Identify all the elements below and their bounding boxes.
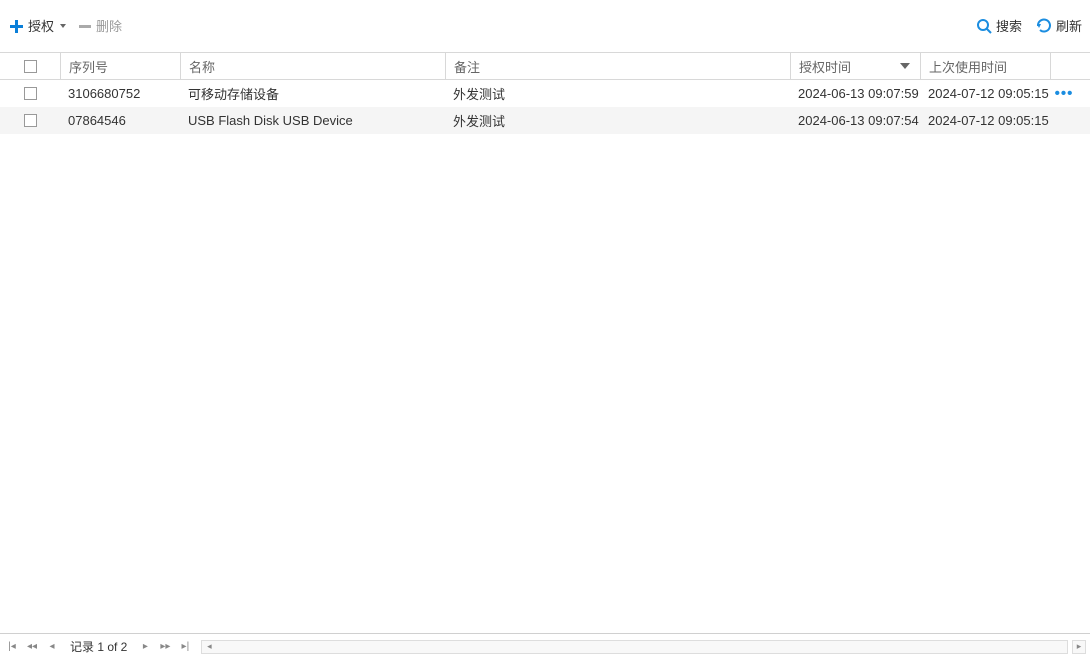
cell-last-time: 2024-07-12 09:05:15 (920, 113, 1050, 128)
row-checkbox[interactable] (24, 114, 37, 127)
horizontal-scrollbar[interactable]: ◂ (201, 640, 1068, 654)
search-icon (976, 18, 992, 34)
authorize-button[interactable]: 授权 (8, 16, 66, 35)
pager-first-button[interactable]: |◂ (4, 639, 20, 655)
cell-remark: 外发测试 (445, 84, 790, 103)
search-label: 搜索 (996, 16, 1022, 35)
sort-desc-icon (900, 63, 910, 69)
cell-auth-time: 2024-06-13 09:07:59 (790, 86, 920, 101)
toolbar-right: 搜索 刷新 (976, 16, 1082, 35)
pager-prev-page-button[interactable]: ◂◂ (24, 639, 40, 655)
header-auth-time[interactable]: 授权时间 (790, 53, 920, 79)
cell-serial: 3106680752 (60, 86, 180, 101)
header-checkbox-cell[interactable] (0, 53, 60, 79)
select-all-checkbox[interactable] (24, 60, 37, 73)
row-actions[interactable]: ••• (1050, 89, 1078, 99)
search-button[interactable]: 搜索 (976, 16, 1022, 35)
scroll-right-button[interactable]: ▸ (1072, 640, 1086, 654)
row-checkbox[interactable] (24, 87, 37, 100)
refresh-icon (1036, 18, 1052, 34)
header-last-time[interactable]: 上次使用时间 (920, 53, 1050, 79)
minus-icon (78, 19, 92, 33)
header-remark-label: 备注 (454, 57, 480, 76)
table-header: 序列号 名称 备注 授权时间 上次使用时间 (0, 52, 1090, 80)
row-checkbox-cell[interactable] (0, 87, 60, 100)
header-serial-label: 序列号 (69, 57, 108, 76)
cell-name: 可移动存储设备 (180, 84, 445, 103)
header-actions (1050, 53, 1078, 79)
row-checkbox-cell[interactable] (0, 114, 60, 127)
more-icon: ••• (1055, 89, 1074, 99)
pager-bar: |◂ ◂◂ ◂ 记录 1 of 2 ▸ ▸▸ ▸| ◂ ▸ (0, 633, 1090, 659)
refresh-button[interactable]: 刷新 (1036, 16, 1082, 35)
pager-next-button[interactable]: ▸ (137, 639, 153, 655)
header-name-label: 名称 (189, 57, 215, 76)
chevron-down-icon (60, 24, 66, 28)
authorize-label: 授权 (28, 16, 54, 35)
cell-auth-time: 2024-06-13 09:07:54 (790, 113, 920, 128)
header-auth-time-label: 授权时间 (799, 57, 851, 76)
pager-last-button[interactable]: ▸| (177, 639, 193, 655)
pager-next-page-button[interactable]: ▸▸ (157, 639, 173, 655)
table-row[interactable]: 3106680752 可移动存储设备 外发测试 2024-06-13 09:07… (0, 80, 1090, 107)
header-serial[interactable]: 序列号 (60, 53, 180, 79)
header-last-time-label: 上次使用时间 (929, 57, 1007, 76)
pager-prev-button[interactable]: ◂ (44, 639, 60, 655)
cell-name: USB Flash Disk USB Device (180, 113, 445, 128)
scroll-left-icon: ◂ (202, 641, 216, 653)
delete-button[interactable]: 删除 (78, 16, 122, 35)
toolbar: 授权 删除 搜索 刷新 (0, 0, 1090, 52)
header-name[interactable]: 名称 (180, 53, 445, 79)
cell-serial: 07864546 (60, 113, 180, 128)
toolbar-left: 授权 删除 (8, 16, 122, 35)
delete-label: 删除 (96, 16, 122, 35)
cell-remark: 外发测试 (445, 111, 790, 130)
cell-last-time: 2024-07-12 09:05:15 (920, 86, 1050, 101)
table-row[interactable]: 07864546 USB Flash Disk USB Device 外发测试 … (0, 107, 1090, 134)
plus-icon (8, 18, 24, 34)
pager-status: 记录 1 of 2 (70, 638, 127, 655)
header-remark[interactable]: 备注 (445, 53, 790, 79)
refresh-label: 刷新 (1056, 16, 1082, 35)
